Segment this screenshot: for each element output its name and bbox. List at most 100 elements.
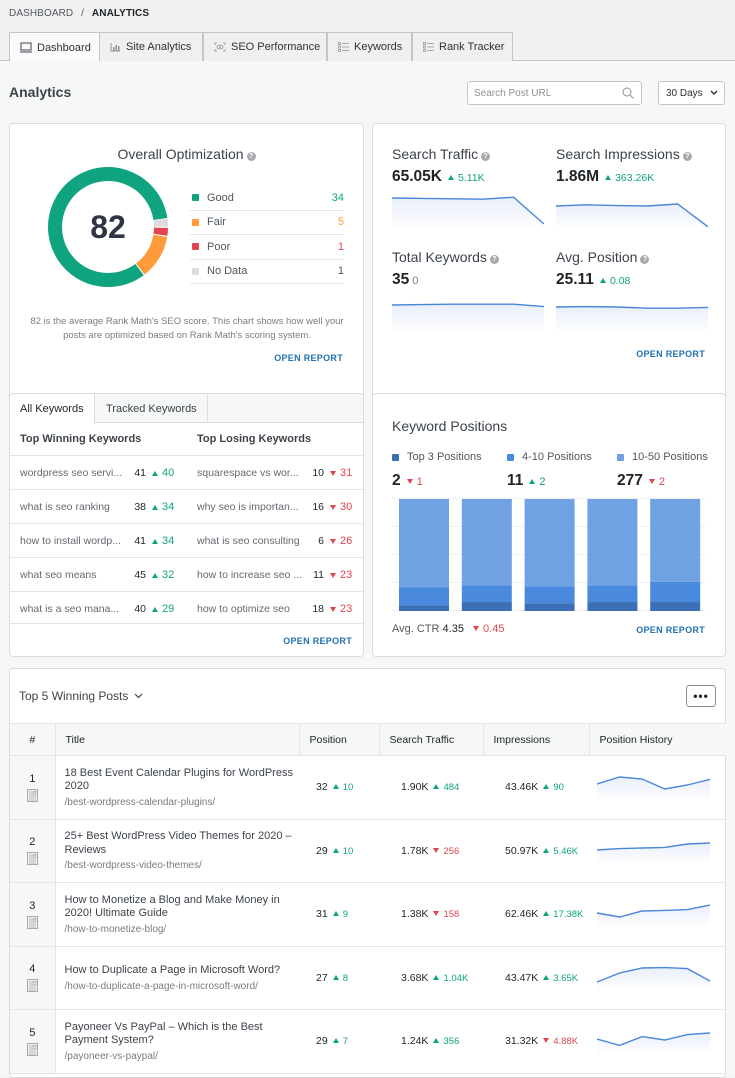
date-range-select[interactable]: 30 Days	[658, 81, 725, 105]
tab-rank-tracker[interactable]: Rank Tracker	[412, 32, 513, 61]
keyword-name[interactable]: how to optimize seo	[197, 592, 312, 626]
post-url[interactable]: /how-to-monetize-blog/	[65, 924, 300, 935]
arrow-up-icon	[543, 911, 550, 917]
bar-4-10-positions-3	[524, 586, 575, 604]
stat-value: 25.11	[556, 271, 594, 288]
stat-value: 35	[392, 271, 410, 288]
tab-tracked-keywords[interactable]: Tracked Keywords	[96, 394, 208, 423]
keyword-tabs: All Keywords Tracked Keywords	[10, 394, 363, 424]
post-url[interactable]: /best-wordpress-calendar-plugins/	[65, 797, 300, 808]
posts-filter-dropdown[interactable]: Top 5 Winning Posts	[19, 689, 143, 703]
keyword-position: 16	[312, 501, 324, 513]
post-url[interactable]: /payoneer-vs-paypal/	[65, 1051, 300, 1062]
position-history-sparkline	[596, 1032, 711, 1055]
keyword-position: 18	[312, 603, 324, 615]
position-history-cell	[589, 946, 726, 1010]
keyword-delta: 34	[152, 524, 174, 558]
tab-dashboard[interactable]: Dashboard	[9, 32, 100, 62]
keyword-position: 6	[318, 535, 324, 547]
row-number-cell: 2	[10, 819, 56, 883]
keyword-name[interactable]: what is seo consulting	[197, 524, 312, 558]
card-title: Keyword Positions	[392, 418, 508, 434]
search-input[interactable]	[468, 82, 618, 104]
ctr-label: Avg. CTR	[392, 623, 440, 635]
arrow-up-icon	[543, 784, 550, 790]
row-number: 5	[29, 1026, 36, 1039]
legend-label: 10-50 Positions	[632, 451, 708, 463]
row-number: 3	[29, 899, 36, 912]
ctr-value: 4.35	[442, 623, 464, 635]
tab-label: Dashboard	[37, 41, 91, 54]
keyword-name[interactable]: what is seo ranking	[20, 490, 135, 524]
position-value: 32	[316, 781, 328, 794]
arrow-down-icon	[330, 606, 336, 612]
post-icon	[26, 788, 38, 802]
post-title[interactable]: How to Duplicate a Page in Microsoft Wor…	[65, 964, 300, 978]
more-options-button[interactable]: •••	[686, 685, 716, 707]
arrow-down-icon	[543, 1038, 550, 1044]
open-report-link[interactable]: OPEN REPORT	[636, 625, 705, 635]
posts-title: Top 5 Winning Posts	[19, 689, 129, 703]
help-icon[interactable]: ?	[489, 255, 499, 264]
legend-item: No Data 1	[190, 260, 344, 284]
post-url[interactable]: /best-wordpress-video-themes/	[65, 860, 300, 871]
keywords-sparkline	[392, 303, 544, 333]
search-icon[interactable]	[622, 87, 634, 99]
stat-label: Search Traffic?	[392, 146, 544, 162]
table-row: 1 18 Best Event Calendar Plugins for Wor…	[10, 755, 726, 820]
impressions-value: 43.46K	[505, 781, 539, 794]
post-title[interactable]: 25+ Best WordPress Video Themes for 2020…	[65, 830, 300, 857]
traffic-cell: 1.78K 256	[379, 819, 483, 883]
stat-delta: 0	[412, 275, 419, 287]
arrow-down-icon	[648, 479, 655, 484]
bar-top-3-positions-5	[650, 602, 701, 611]
tab-site-analytics[interactable]: Site Analytics	[99, 32, 203, 61]
keyword-name[interactable]: what seo means	[20, 558, 135, 592]
stat-label: Avg. Position?	[556, 249, 708, 265]
legend-value: 5	[337, 216, 344, 229]
help-icon[interactable]: ?	[481, 152, 491, 161]
keyword-name[interactable]: squarespace vs wor...	[197, 456, 312, 490]
help-icon[interactable]: ?	[682, 152, 692, 161]
column-header[interactable]: Position	[299, 723, 380, 756]
legend-swatch	[192, 218, 199, 226]
column-header[interactable]: Title	[55, 723, 300, 756]
keyword-delta: 32	[152, 558, 174, 592]
position-delta: 2	[529, 476, 546, 488]
legend-item: Poor 1	[190, 235, 344, 260]
arrow-down-icon	[330, 538, 336, 544]
breadcrumb-dashboard[interactable]: DASHBOARD	[9, 8, 73, 19]
help-icon[interactable]: ?	[640, 255, 650, 264]
position-sparkline	[556, 305, 708, 333]
column-header[interactable]: Search Traffic	[379, 723, 484, 756]
keyword-position: 41	[134, 467, 146, 479]
position-count: 21	[392, 472, 423, 489]
keyword-name[interactable]: what is a seo mana...	[20, 592, 135, 626]
keyword-name[interactable]: how to install wordp...	[20, 524, 135, 558]
position-value: 27	[316, 971, 328, 984]
divider	[10, 623, 363, 624]
post-title[interactable]: How to Monetize a Blog and Make Money in…	[65, 894, 300, 921]
post-title[interactable]: 18 Best Event Calendar Plugins for WordP…	[65, 767, 300, 794]
keyword-name[interactable]: why seo is importan...	[197, 490, 312, 524]
tab-seo-performance[interactable]: SEO Performance	[203, 32, 327, 61]
column-header[interactable]: Position History	[589, 723, 726, 756]
score-value: 82	[90, 209, 126, 245]
column-header[interactable]: #	[10, 723, 56, 756]
open-report-link[interactable]: OPEN REPORT	[636, 349, 705, 359]
arrow-up-icon	[152, 572, 158, 578]
tab-all-keywords[interactable]: All Keywords	[10, 394, 95, 424]
tab-keywords[interactable]: Keywords	[327, 32, 412, 61]
open-report-link[interactable]: OPEN REPORT	[283, 636, 352, 646]
open-report-link[interactable]: OPEN REPORT	[274, 353, 343, 363]
keyword-name[interactable]: how to increase seo ...	[197, 558, 312, 592]
column-header[interactable]: Impressions	[483, 723, 590, 756]
keyword-delta: 29	[152, 592, 174, 626]
row-number: 2	[29, 836, 36, 849]
position-history-cell	[589, 819, 726, 883]
post-url[interactable]: /how-to-duplicate-a-page-in-microsoft-wo…	[65, 981, 300, 992]
keyword-name[interactable]: wordpress seo servi...	[20, 456, 135, 490]
help-icon[interactable]: ?	[246, 152, 256, 161]
traffic-cell: 1.24K 356	[379, 1009, 483, 1074]
post-title[interactable]: Payoneer Vs PayPal – Which is the Best P…	[65, 1021, 300, 1048]
